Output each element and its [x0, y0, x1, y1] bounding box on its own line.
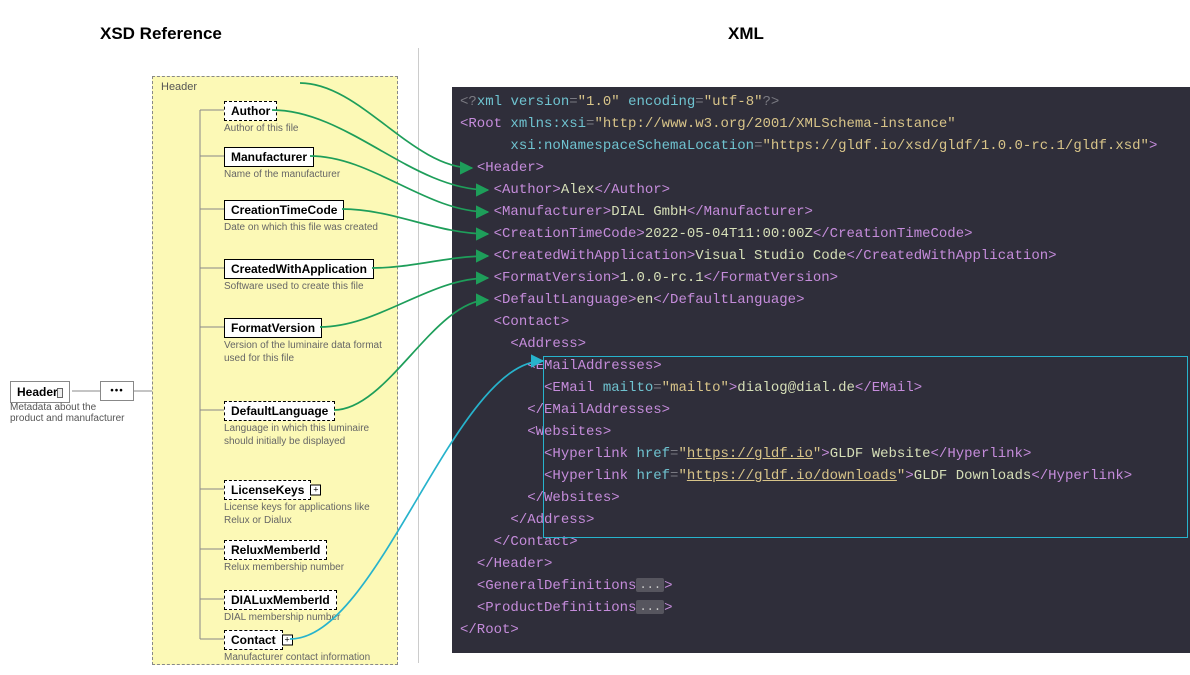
xsd-root-header: Header [10, 381, 70, 403]
xsd-item-desc: Software used to create this file [224, 281, 384, 294]
code-line-17: <Hyperlink href="https://gldf.io/downloa… [460, 465, 1190, 487]
xsd-item-label: DIALuxMemberId [224, 590, 337, 610]
xsd-item-desc: Date on which this file was created [224, 222, 384, 235]
code-line-8: <FormatVersion>1.0.0-rc.1</FormatVersion… [460, 267, 1190, 289]
code-line-6: <CreationTimeCode>2022-05-04T11:00:00Z</… [460, 223, 1190, 245]
xsd-item-dialuxmember: DIALuxMemberId DIAL membership number [224, 590, 394, 625]
code-line-10: <Contact> [460, 311, 1190, 333]
xsd-sequence-box: ••• [100, 381, 134, 401]
xsd-item-label: CreationTimeCode [224, 200, 344, 220]
ellipsis-icon: ... [636, 600, 664, 614]
xsd-item-desc: Name of the manufacturer [224, 169, 384, 182]
xsd-item-desc: Relux membership number [224, 562, 384, 575]
xsd-item-createdwith: CreatedWithApplication Software used to c… [224, 259, 394, 294]
xsd-item-label: FormatVersion [224, 318, 322, 338]
code-line-23: <ProductDefinitions...> [460, 597, 1190, 619]
expand-icon: + [282, 635, 293, 646]
code-line-18: </Websites> [460, 487, 1190, 509]
xml-code-panel: <?xml version="1.0" encoding="utf-8"?><R… [452, 87, 1190, 653]
xsd-item-label: CreatedWithApplication [224, 259, 374, 279]
xsd-item-desc: Author of this file [224, 123, 384, 136]
xsd-item-manufacturer: Manufacturer Name of the manufacturer [224, 147, 394, 182]
code-line-1: <Root xmlns:xsi="http://www.w3.org/2001/… [460, 113, 1190, 135]
xsd-item-defaultlang: DefaultLanguageLanguage in which this lu… [224, 401, 394, 448]
xsd-item-desc: Version of the luminaire data format use… [224, 340, 384, 365]
xsd-item-author: Author Author of this file [224, 101, 394, 136]
code-line-20: </Contact> [460, 531, 1190, 553]
code-line-14: </EMailAddresses> [460, 399, 1190, 421]
code-line-12: <EMailAddresses> [460, 355, 1190, 377]
xsd-root-label: Header [17, 385, 58, 399]
code-line-22: <GeneralDefinitions...> [460, 575, 1190, 597]
xsd-item-desc: DIAL membership number [224, 612, 384, 625]
code-line-5: <Manufacturer>DIAL GmbH</Manufacturer> [460, 201, 1190, 223]
sequence-dots-icon: ••• [110, 386, 124, 397]
expand-icon: + [310, 485, 321, 496]
code-line-2: xsi:noNamespaceSchemaLocation="https://g… [460, 135, 1190, 157]
xsd-item-desc: Manufacturer contact information [224, 652, 384, 665]
xsd-item-label: Contact+ [224, 630, 283, 650]
xsd-item-formatversion: FormatVersionVersion of the luminaire da… [224, 318, 394, 365]
xsd-item-label: Manufacturer [224, 147, 314, 167]
code-line-21: </Header> [460, 553, 1190, 575]
connector-icon [57, 388, 63, 398]
code-line-24: </Root> [460, 619, 1190, 641]
xsd-item-creation: CreationTimeCode Date on which this file … [224, 200, 394, 235]
xsd-item-label: LicenseKeys+ [224, 480, 311, 500]
xsd-item-licensekeys: LicenseKeys+License keys for application… [224, 480, 394, 527]
xsd-item-desc: License keys for applications like Relux… [224, 502, 384, 527]
code-line-15: <Websites> [460, 421, 1190, 443]
xsd-item-label: DefaultLanguage [224, 401, 335, 421]
title-right: XML [728, 24, 764, 44]
xsd-root-desc: Metadata about the product and manufactu… [10, 402, 130, 424]
title-left: XSD Reference [100, 24, 222, 44]
ellipsis-icon: ... [636, 578, 664, 592]
vertical-divider [418, 48, 419, 663]
xsd-header-group-title: Header [161, 81, 197, 93]
code-line-3: <Header> [460, 157, 1190, 179]
code-line-11: <Address> [460, 333, 1190, 355]
code-line-0: <?xml version="1.0" encoding="utf-8"?> [460, 91, 1190, 113]
xsd-item-label: ReluxMemberId [224, 540, 327, 560]
code-line-19: </Address> [460, 509, 1190, 531]
code-line-16: <Hyperlink href="https://gldf.io">GLDF W… [460, 443, 1190, 465]
code-line-9: <DefaultLanguage>en</DefaultLanguage> [460, 289, 1190, 311]
xsd-item-contact: Contact+ Manufacturer contact information [224, 630, 394, 665]
xsd-item-reluxmember: ReluxMemberId Relux membership number [224, 540, 394, 575]
code-line-4: <Author>Alex</Author> [460, 179, 1190, 201]
xsd-item-label: Author [224, 101, 277, 121]
xsd-item-desc: Language in which this luminaire should … [224, 423, 384, 448]
code-line-7: <CreatedWithApplication>Visual Studio Co… [460, 245, 1190, 267]
code-line-13: <EMail mailto="mailto">dialog@dial.de</E… [460, 377, 1190, 399]
